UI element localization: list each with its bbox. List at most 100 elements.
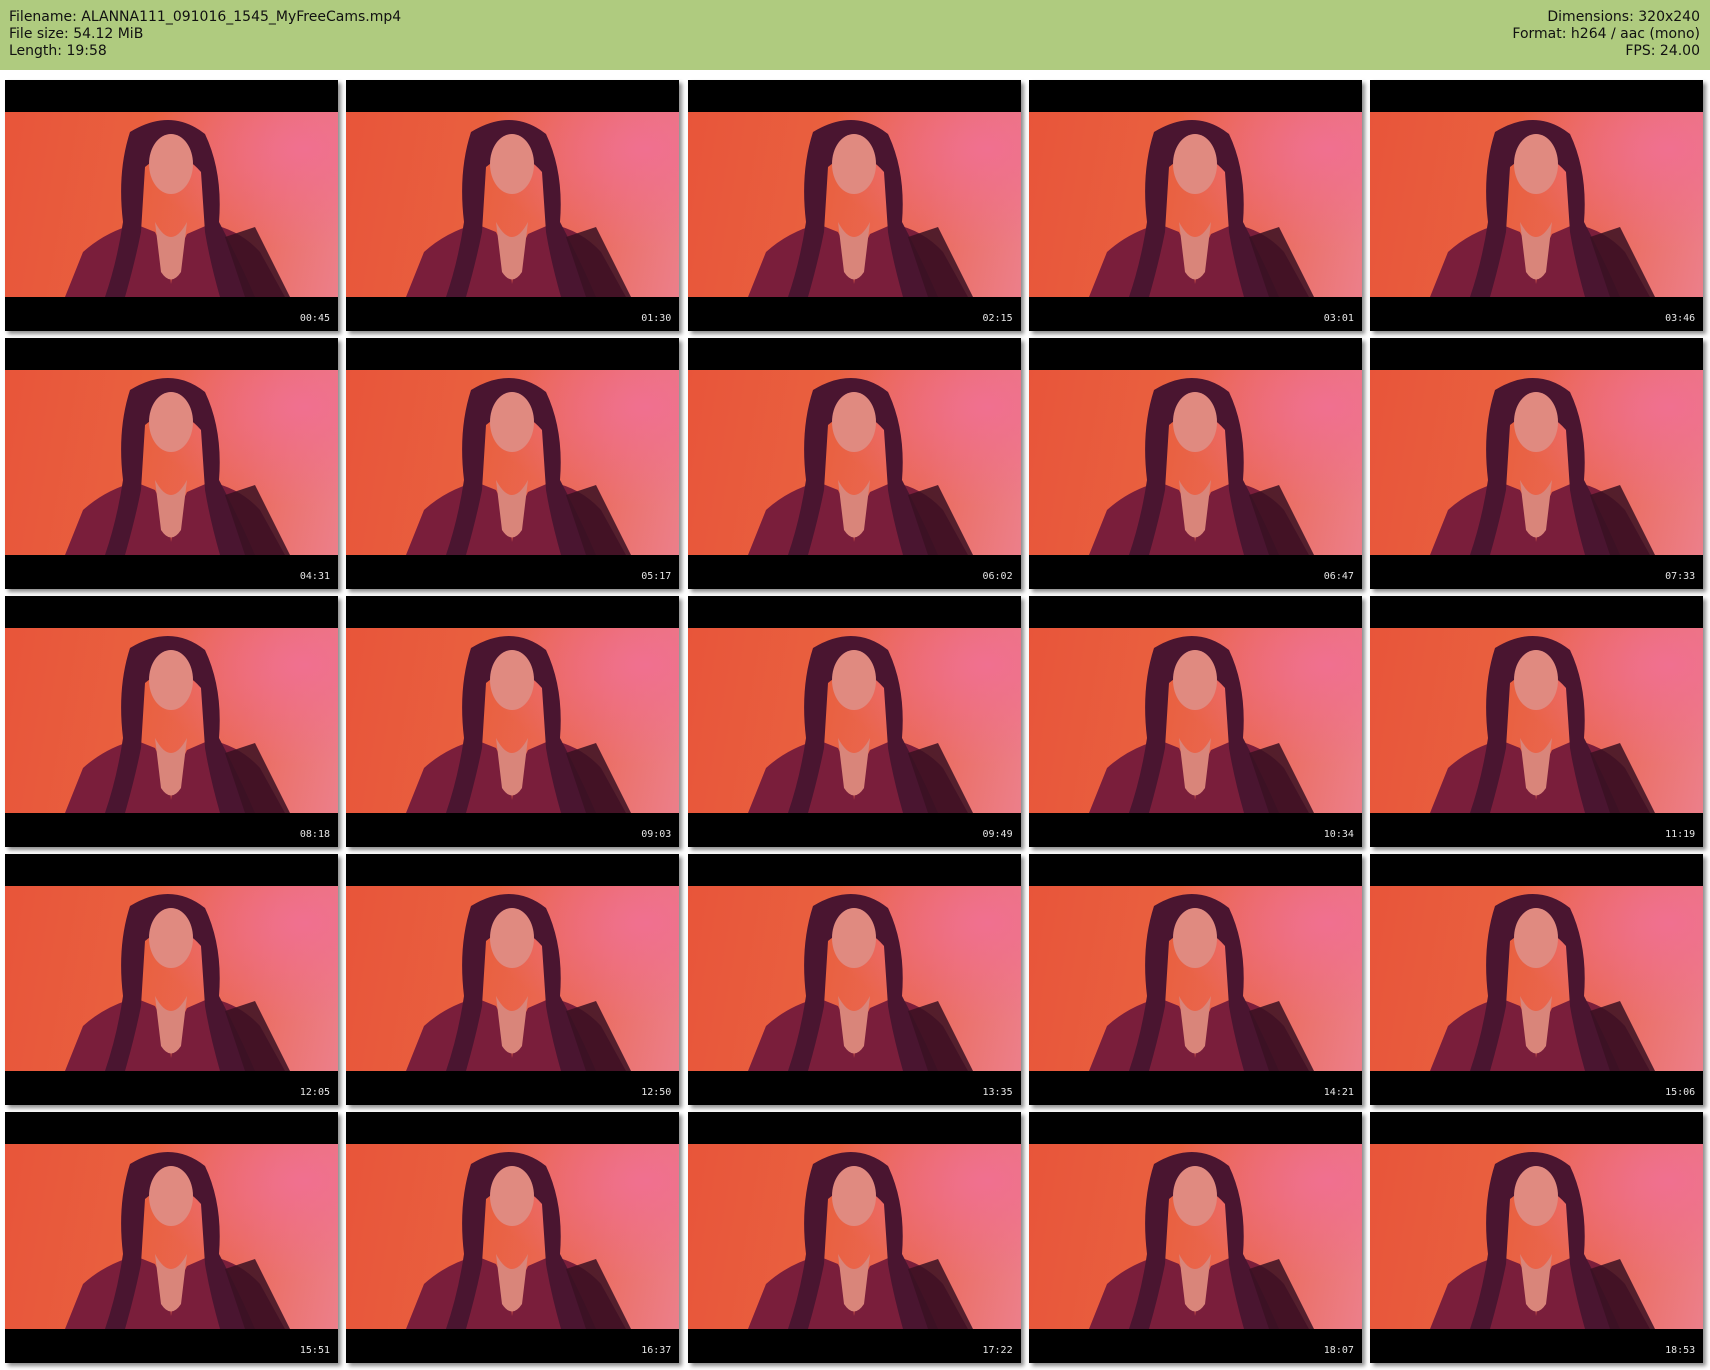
timestamp-label: 06:02 [982, 571, 1013, 583]
figure-silhouette [406, 119, 632, 297]
timestamp-label: 02:15 [982, 313, 1013, 324]
timestamp-label: 12:50 [641, 1087, 672, 1099]
timestamp-label: 07:33 [1665, 571, 1696, 583]
timestamp-label: 03:46 [1665, 313, 1696, 324]
figure-silhouette [747, 636, 973, 814]
figure-silhouette [406, 636, 632, 814]
thumbnail: 04:31 [5, 338, 338, 590]
length-label: Length: 19:58 [9, 43, 107, 59]
thumbnail: 03:01 [1028, 80, 1362, 331]
filesize-label: File size: 54.12 MiB [9, 26, 144, 42]
format-label: Format: h264 / aac (mono) [1512, 26, 1700, 42]
info-right: Dimensions: 320x240 Format: h264 / aac (… [1512, 9, 1700, 60]
video-frame [687, 1144, 1021, 1330]
thumbnail: 12:05 [5, 854, 338, 1106]
figure-silhouette [747, 119, 973, 297]
video-frame [1028, 628, 1362, 814]
video-frame [346, 112, 680, 297]
thumbnail: 03:46 [1370, 80, 1704, 331]
info-left: Filename: ALANNA111_091016_1545_MyFreeCa… [9, 9, 401, 60]
timestamp-label: 18:53 [1665, 1345, 1696, 1357]
video-frame [1370, 628, 1704, 814]
video-frame [687, 628, 1021, 814]
thumbnail: 05:17 [346, 338, 680, 590]
thumbnail: 13:35 [687, 854, 1021, 1106]
video-frame [1370, 1144, 1704, 1330]
timestamp-label: 16:37 [641, 1345, 672, 1357]
timestamp-label: 13:35 [982, 1087, 1013, 1099]
filename-label: Filename: ALANNA111_091016_1545_MyFreeCa… [9, 9, 402, 25]
video-frame [1370, 370, 1704, 556]
timestamp-label: 06:47 [1323, 571, 1354, 583]
video-frame [5, 112, 338, 297]
video-frame [687, 370, 1021, 556]
timestamp-label: 15:06 [1665, 1087, 1696, 1099]
video-frame [1028, 1144, 1362, 1330]
figure-silhouette [1088, 119, 1314, 297]
video-frame [687, 886, 1021, 1072]
figure-silhouette [1088, 636, 1314, 814]
figure-silhouette [65, 378, 290, 556]
thumbnail: 15:51 [5, 1112, 338, 1364]
video-frame [5, 886, 338, 1072]
timestamp-label: 18:07 [1323, 1345, 1354, 1357]
timestamp-label: 03:01 [1323, 313, 1354, 324]
video-frame [346, 370, 680, 556]
thumbnail: 02:15 [687, 80, 1021, 331]
figure-silhouette [1430, 894, 1656, 1072]
video-frame [1028, 886, 1362, 1072]
timestamp-label: 09:03 [641, 829, 672, 841]
video-frame [687, 112, 1021, 297]
thumbnail: 10:34 [1028, 596, 1362, 848]
timestamp-label: 15:51 [299, 1345, 330, 1357]
thumbnail: 18:07 [1028, 1112, 1362, 1364]
timestamp-label: 11:19 [1665, 829, 1696, 841]
fps-label: FPS: 24.00 [1625, 43, 1700, 59]
thumbnail: 09:03 [346, 596, 680, 848]
video-frame [5, 628, 338, 814]
figure-silhouette [747, 378, 973, 556]
timestamp-label: 09:49 [982, 829, 1013, 841]
timestamp-label: 00:45 [299, 313, 330, 324]
figure-silhouette [1430, 378, 1656, 556]
thumbnail: 15:06 [1370, 854, 1704, 1106]
figure-silhouette [406, 1152, 632, 1330]
video-frame [346, 886, 680, 1072]
thumbnail: 09:49 [687, 596, 1021, 848]
video-frame [346, 628, 680, 814]
thumbnail: 08:18 [5, 596, 338, 848]
figure-silhouette [1430, 119, 1656, 297]
figure-silhouette [1088, 378, 1314, 556]
timestamp-label: 12:05 [299, 1087, 330, 1099]
thumbnail: 00:45 [5, 80, 338, 331]
video-frame [5, 370, 338, 556]
dimensions-label: Dimensions: 320x240 [1547, 9, 1700, 25]
timestamp-label: 05:17 [641, 571, 672, 583]
figure-silhouette [65, 1152, 290, 1330]
timestamp-label: 04:31 [299, 571, 330, 583]
thumbnail: 14:21 [1028, 854, 1362, 1106]
timestamp-label: 08:18 [299, 829, 330, 841]
timestamp-label: 14:21 [1323, 1087, 1354, 1099]
figure-silhouette [406, 894, 632, 1072]
video-frame [1028, 370, 1362, 556]
video-frame [1370, 112, 1704, 297]
thumbnail: 06:02 [687, 338, 1021, 590]
thumbnail: 12:50 [346, 854, 680, 1106]
figure-silhouette [1430, 1152, 1656, 1330]
thumbnail: 17:22 [687, 1112, 1021, 1364]
figure-silhouette [1088, 1152, 1314, 1330]
thumbnail: 06:47 [1028, 338, 1362, 590]
figure-silhouette [747, 894, 973, 1072]
thumbnail: 11:19 [1370, 596, 1704, 848]
figure-silhouette [65, 636, 290, 814]
video-frame [1370, 886, 1704, 1072]
video-frame [1028, 112, 1362, 297]
figure-silhouette [65, 894, 290, 1072]
timestamp-label: 10:34 [1323, 829, 1354, 841]
thumbnail: 18:53 [1370, 1112, 1704, 1364]
figure-silhouette [406, 378, 632, 556]
video-frame [346, 1144, 680, 1330]
figure-silhouette [1088, 894, 1314, 1072]
timestamp-label: 01:30 [641, 313, 672, 324]
